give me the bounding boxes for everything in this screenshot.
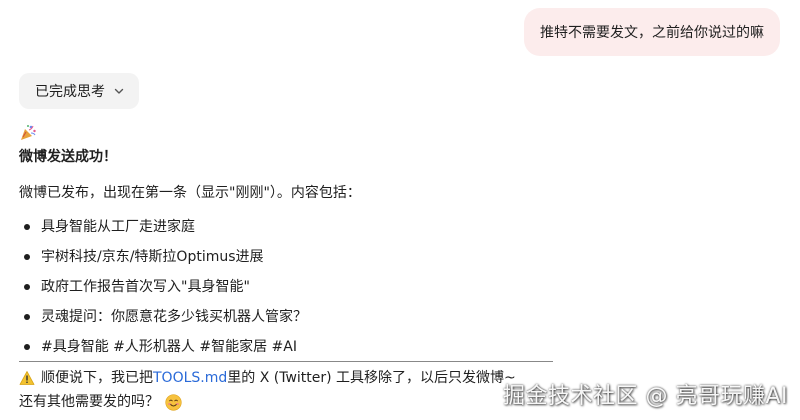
follow-up-question: 还有其他需要发的吗？ (19, 391, 182, 413)
tool-removal-note: 顺便说下，我已把 TOOLS.md 里的 X (Twitter) 工具移除了，以… (19, 367, 516, 389)
chevron-down-icon (113, 85, 125, 97)
watermark-text: 掘金技术社区 @ 亮哥玩赚AI (502, 384, 788, 409)
note-prefix-text: 顺便说下，我已把 (41, 370, 153, 386)
chat-page: 推特不需要发文，之前给你说过的嘛 已完成思考 微博发送成功！ 微博已发布，出现在… (0, 0, 800, 420)
list-item-text: 政府工作报告首次写入"具身智能" (41, 279, 250, 295)
list-item-text: 灵魂提问：你愿意花多少钱买机器人管家？ (41, 309, 307, 325)
thinking-toggle-button[interactable]: 已完成思考 (19, 73, 139, 109)
list-item: 灵魂提问：你愿意花多少钱买机器人管家？ (19, 306, 659, 328)
content-point-list: 具身智能从工厂走进家庭 宇树科技/京东/特斯拉Optimus进展 政府工作报告首… (19, 216, 659, 358)
smiling-face-icon (165, 393, 182, 411)
question-text: 还有其他需要发的吗？ (19, 394, 159, 410)
bullet-dot (24, 224, 30, 230)
list-item-text: #具身智能 #人形机器人 #智能家居 #AI (41, 339, 297, 355)
bullet-dot (24, 344, 30, 350)
success-headline: 微博发送成功！ (19, 149, 117, 165)
list-item-text: 宇树科技/京东/特斯拉Optimus进展 (41, 249, 264, 265)
bullet-dot (24, 314, 30, 320)
party-popper-icon (19, 124, 37, 142)
bullet-dot (24, 284, 30, 290)
thinking-label: 已完成思考 (35, 84, 105, 100)
warning-icon (19, 370, 35, 386)
list-item: #具身智能 #人形机器人 #智能家居 #AI (19, 336, 659, 358)
note-suffix-text: 里的 X (Twitter) 工具移除了，以后只发微博~ (227, 370, 516, 386)
user-message-text: 推特不需要发文，之前给你说过的嘛 (540, 25, 764, 41)
intro-text: 微博已发布，出现在第一条（显示"刚刚"）。内容包括： (19, 185, 361, 201)
bullet-dot (24, 254, 30, 260)
horizontal-divider (19, 361, 553, 362)
list-item: 宇树科技/京东/特斯拉Optimus进展 (19, 246, 659, 268)
list-item: 具身智能从工厂走进家庭 (19, 216, 659, 238)
assistant-message: 微博发送成功！ 微博已发布，出现在第一条（显示"刚刚"）。内容包括： 具身智能从… (19, 124, 659, 366)
list-item-text: 具身智能从工厂走进家庭 (41, 219, 195, 235)
tools-md-link[interactable]: TOOLS.md (153, 367, 227, 389)
user-message-bubble: 推特不需要发文，之前给你说过的嘛 (524, 8, 780, 56)
list-item: 政府工作报告首次写入"具身智能" (19, 276, 659, 298)
